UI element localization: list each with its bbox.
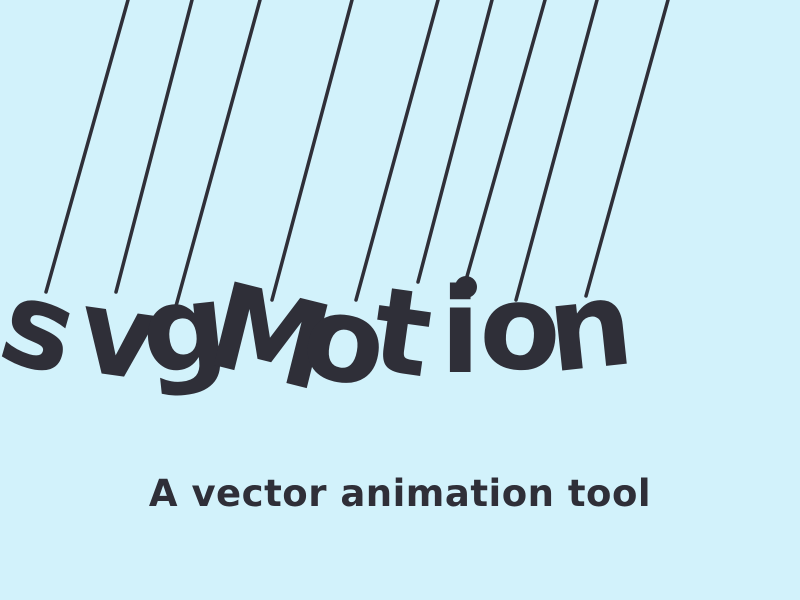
logo-letter-9: n	[541, 253, 639, 399]
logo-wordmark: svgMot ion	[0, 251, 639, 418]
title-card: svgMotion A vector animation tool	[0, 0, 800, 600]
string-2	[114, 0, 194, 294]
string-8	[514, 0, 599, 302]
string-1	[44, 0, 130, 294]
string-6	[416, 0, 494, 284]
tagline: A vector animation tool	[148, 472, 652, 515]
string-4	[270, 0, 354, 302]
string-9	[584, 0, 670, 298]
i-dot	[455, 276, 477, 298]
